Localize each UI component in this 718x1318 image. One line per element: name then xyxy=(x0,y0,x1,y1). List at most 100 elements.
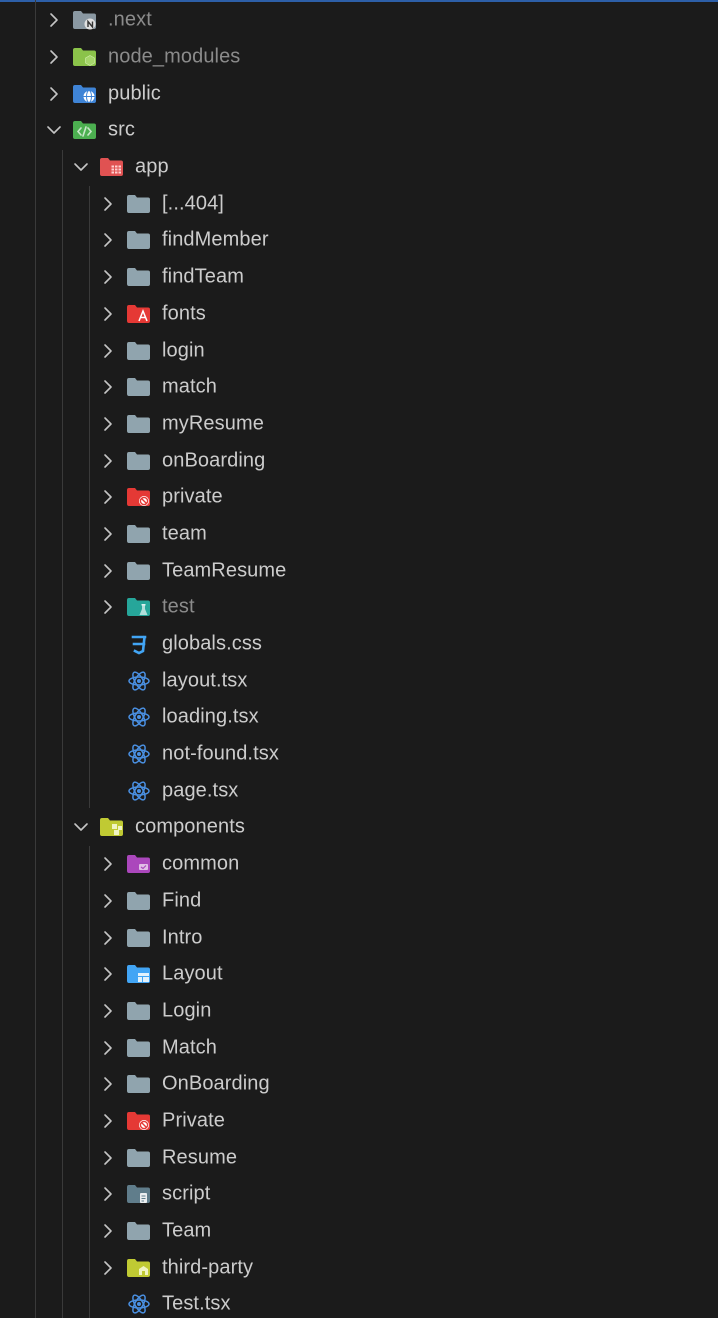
chevron-right-icon[interactable] xyxy=(100,1260,116,1276)
tree-item-test-tsx[interactable]: Test.tsx xyxy=(0,1286,718,1318)
tree-item-app[interactable]: app xyxy=(0,149,718,186)
tree-item-label: loading.tsx xyxy=(162,705,259,728)
chevron-right-icon[interactable] xyxy=(100,1076,116,1092)
tree-item-intro[interactable]: Intro xyxy=(0,919,718,956)
tree-item-page-tsx[interactable]: page.tsx xyxy=(0,772,718,809)
tree-item-script[interactable]: script xyxy=(0,1176,718,1213)
chevron-right-icon[interactable] xyxy=(100,453,116,469)
folder-icon xyxy=(127,1038,150,1057)
tree-item-label: myResume xyxy=(162,412,264,435)
chevron-right-icon[interactable] xyxy=(100,1223,116,1239)
tree-item-match[interactable]: Match xyxy=(0,1029,718,1066)
tree-item-label: login xyxy=(162,339,205,362)
tree-item-label: globals.css xyxy=(162,632,263,655)
chevron-right-icon[interactable] xyxy=(100,306,116,322)
tree-item-node-modules[interactable]: node_modules xyxy=(0,39,718,76)
tree-item-label: fonts xyxy=(162,302,206,325)
chevron-right-icon[interactable] xyxy=(100,563,116,579)
tree-item-label: app xyxy=(135,155,169,178)
tree-item-components[interactable]: components xyxy=(0,809,718,846)
tree-item-label: Intro xyxy=(162,926,203,949)
tree-item-404[interactable]: [...404] xyxy=(0,185,718,222)
tree-item-resume[interactable]: Resume xyxy=(0,1139,718,1176)
chevron-right-icon[interactable] xyxy=(100,379,116,395)
chevron-right-icon[interactable] xyxy=(100,1113,116,1129)
tree-item-label: not-found.tsx xyxy=(162,742,279,765)
chevron-down-icon[interactable] xyxy=(73,159,89,175)
tree-item-onboarding[interactable]: onBoarding xyxy=(0,442,718,479)
chevron-right-icon[interactable] xyxy=(46,86,62,102)
tree-item-team[interactable]: team xyxy=(0,516,718,553)
tree-item-src[interactable]: src xyxy=(0,112,718,149)
tree-item-findteam[interactable]: findTeam xyxy=(0,259,718,296)
tree-item-private[interactable]: private xyxy=(0,479,718,516)
tree-item-layout-tsx[interactable]: layout.tsx xyxy=(0,662,718,699)
folder-icon xyxy=(127,268,150,287)
chevron-right-icon[interactable] xyxy=(46,49,62,65)
folder-icon xyxy=(127,1222,150,1241)
chevron-right-icon[interactable] xyxy=(100,269,116,285)
tree-item-test[interactable]: test xyxy=(0,589,718,626)
tree-item-label: Match xyxy=(162,1036,217,1059)
tree-item-label: node_modules xyxy=(108,45,241,68)
chevron-down-icon[interactable] xyxy=(46,122,62,138)
chevron-right-icon[interactable] xyxy=(100,1150,116,1166)
tree-item-label: onBoarding xyxy=(162,449,266,472)
tree-item-label: findMember xyxy=(162,228,269,251)
tree-item-loading-tsx[interactable]: loading.tsx xyxy=(0,699,718,736)
chevron-right-icon[interactable] xyxy=(100,856,116,872)
chevron-right-icon[interactable] xyxy=(100,232,116,248)
tree-item-match[interactable]: match xyxy=(0,369,718,406)
folder-private-icon xyxy=(127,1111,150,1130)
chevron-right-icon[interactable] xyxy=(100,930,116,946)
tree-item-public[interactable]: public xyxy=(0,75,718,112)
tree-item-label: layout.tsx xyxy=(162,669,248,692)
folder-fonts-icon xyxy=(127,304,150,323)
tree-item-login[interactable]: login xyxy=(0,332,718,369)
tree-item-not-found-tsx[interactable]: not-found.tsx xyxy=(0,736,718,773)
chevron-right-icon[interactable] xyxy=(100,599,116,615)
tree-item-label: findTeam xyxy=(162,265,244,288)
react-file-icon xyxy=(128,744,150,764)
react-file-icon xyxy=(128,671,150,691)
tree-item-private[interactable]: Private xyxy=(0,1103,718,1140)
tree-item-label: TeamResume xyxy=(162,559,287,582)
tree-item-common[interactable]: common xyxy=(0,846,718,883)
tree-item-onboarding[interactable]: OnBoarding xyxy=(0,1066,718,1103)
folder-components-icon xyxy=(100,818,123,837)
tree-item-next[interactable]: .next xyxy=(0,2,718,39)
file-explorer-tree: .next node_modulespublic src app [...404] fin… xyxy=(0,2,718,1318)
chevron-right-icon[interactable] xyxy=(100,416,116,432)
tree-item-label: components xyxy=(135,815,245,838)
tree-item-find[interactable]: Find xyxy=(0,883,718,920)
chevron-right-icon[interactable] xyxy=(100,343,116,359)
tree-item-label: OnBoarding xyxy=(162,1072,270,1095)
tree-item-login[interactable]: Login xyxy=(0,993,718,1030)
folder-icon xyxy=(127,1148,150,1167)
tree-item-label: public xyxy=(108,82,161,105)
chevron-right-icon[interactable] xyxy=(46,12,62,28)
chevron-right-icon[interactable] xyxy=(100,489,116,505)
tree-item-label: Test.tsx xyxy=(162,1292,231,1315)
chevron-right-icon[interactable] xyxy=(100,966,116,982)
tree-item-label: page.tsx xyxy=(162,779,239,802)
tree-item-team[interactable]: Team xyxy=(0,1213,718,1250)
chevron-right-icon[interactable] xyxy=(100,1003,116,1019)
folder-common-icon xyxy=(127,855,150,874)
chevron-right-icon[interactable] xyxy=(100,526,116,542)
chevron-down-icon[interactable] xyxy=(73,819,89,835)
tree-item-teamresume[interactable]: TeamResume xyxy=(0,552,718,589)
folder-icon xyxy=(127,378,150,397)
tree-item-myresume[interactable]: myResume xyxy=(0,406,718,443)
chevron-right-icon[interactable] xyxy=(100,196,116,212)
folder-icon xyxy=(127,194,150,213)
tree-item-findmember[interactable]: findMember xyxy=(0,222,718,259)
tree-item-layout[interactable]: Layout xyxy=(0,956,718,993)
folder-next-icon xyxy=(73,11,96,30)
tree-item-third-party[interactable]: third-party xyxy=(0,1249,718,1286)
tree-item-globals-css[interactable]: globals.css xyxy=(0,626,718,663)
chevron-right-icon[interactable] xyxy=(100,1186,116,1202)
chevron-right-icon[interactable] xyxy=(100,1040,116,1056)
tree-item-fonts[interactable]: fonts xyxy=(0,296,718,333)
chevron-right-icon[interactable] xyxy=(100,893,116,909)
